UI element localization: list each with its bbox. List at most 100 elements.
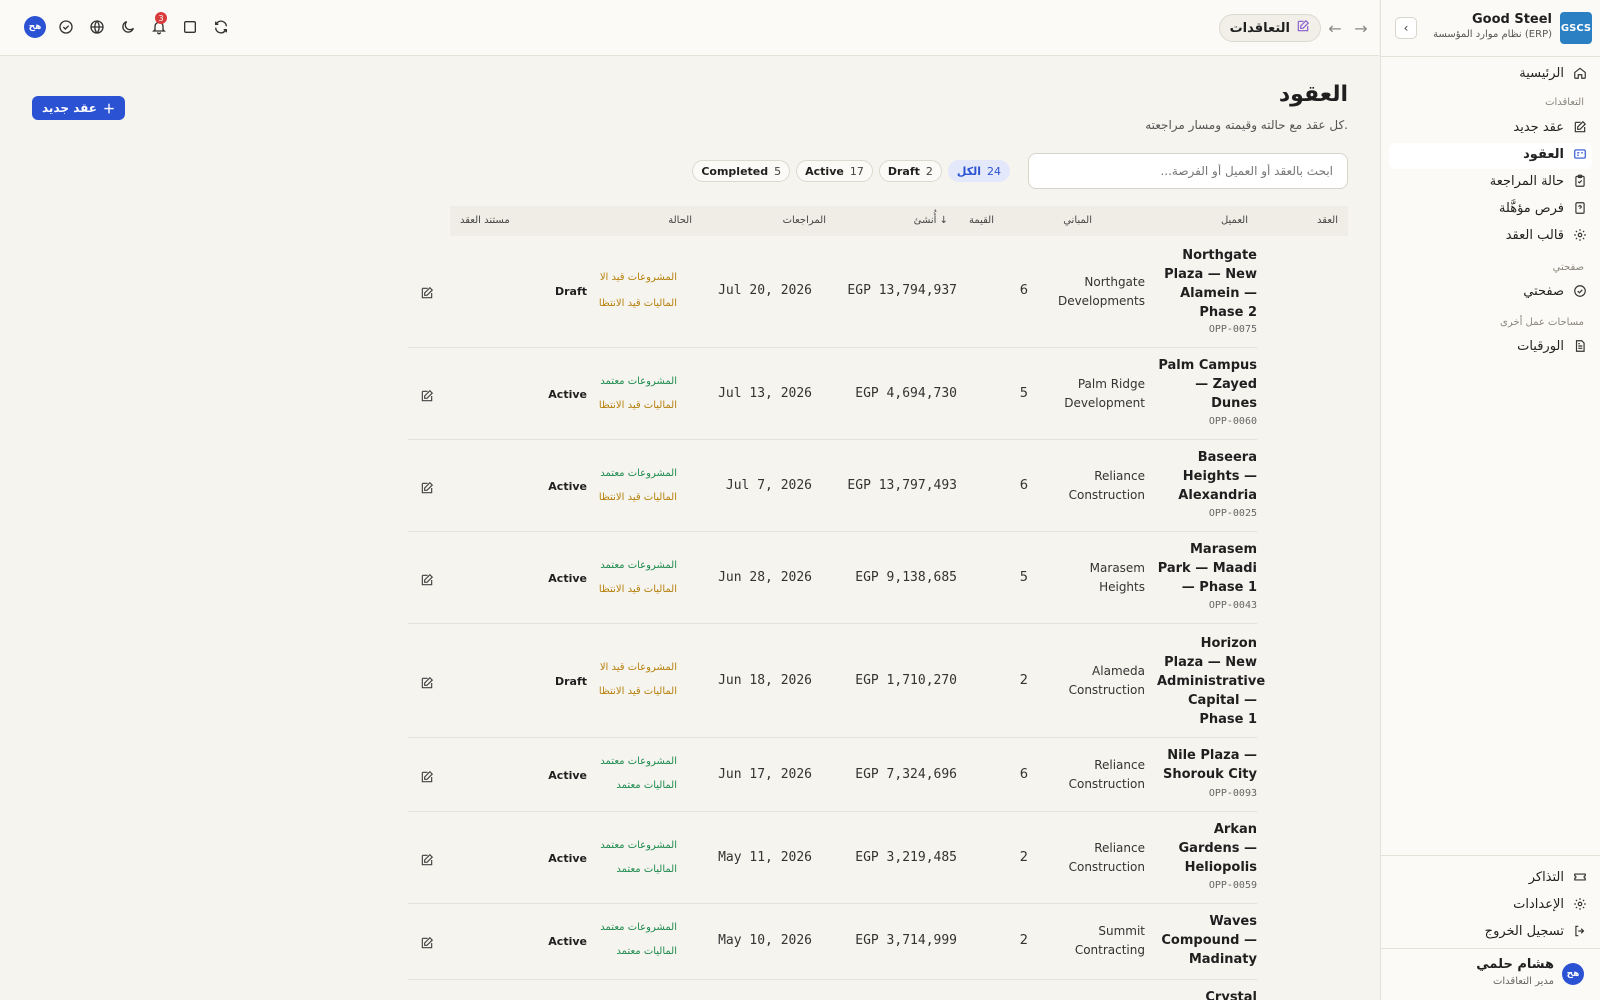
column-buildings[interactable]: المباني	[1063, 215, 1092, 226]
sidebar-item-settings[interactable]: الإعدادات	[1513, 893, 1588, 915]
edit-document-icon[interactable]	[420, 675, 436, 691]
buildings-count: 6	[1019, 478, 1028, 493]
forward-arrow-icon[interactable]: →	[1351, 18, 1371, 38]
notification-badge: 3	[155, 12, 167, 24]
sidebar-item-mypage[interactable]: صفحتي	[1523, 280, 1588, 302]
column-created[interactable]: أُنشئ ↓	[914, 215, 948, 226]
contract-title[interactable]: Nile Plaza — Shorouk City	[1157, 746, 1257, 784]
review-finance: الماليات قيد الانتظا	[598, 492, 677, 503]
contract-title[interactable]: Waves Compound — Madinaty	[1157, 912, 1257, 969]
opportunity-id: OPP-0060	[1208, 416, 1257, 427]
column-document[interactable]: مستند العقد	[460, 215, 510, 226]
table-row[interactable]: Northgate Plaza — New Alamein — Phase 2 …	[408, 236, 1257, 348]
client-name: Reliance Construction	[1068, 758, 1145, 791]
user-name: هشام حلمي	[1476, 957, 1554, 972]
edit-document-icon[interactable]	[420, 480, 436, 496]
sidebar-item-logout[interactable]: تسجيل الخروج	[1485, 920, 1588, 942]
sidebar-collapse-button[interactable]: ‹	[1395, 17, 1417, 39]
edit-document-icon[interactable]	[420, 572, 436, 588]
review-projects: المشروعات قيد الا	[599, 272, 677, 283]
sidebar-item-contracts[interactable]: العقود	[1523, 143, 1588, 165]
client-name: Reliance Construction	[1068, 841, 1145, 874]
sidebar: GSCS Good Steel نظام موارد المؤسسة (ERP)…	[1380, 0, 1600, 1000]
contract-title[interactable]: Marasem Park — Maadi — Phase 1	[1157, 540, 1257, 597]
sidebar-item-contract-template[interactable]: قالب العقد	[1506, 224, 1588, 246]
table-row[interactable]: Crystal	[408, 980, 1257, 1000]
moon-icon[interactable]	[117, 16, 139, 38]
column-contract[interactable]: العقد	[1317, 215, 1338, 226]
document-icon	[1572, 338, 1588, 354]
topbar: → ← التعاقدات 3 هح	[0, 0, 1379, 56]
apps-icon[interactable]	[179, 16, 201, 38]
sidebar-item-home[interactable]: الرئيسية	[1519, 62, 1588, 84]
column-reviews[interactable]: المراجعات	[783, 215, 826, 226]
avatar[interactable]: هح	[24, 16, 46, 38]
back-arrow-icon[interactable]: ←	[1325, 18, 1345, 38]
buildings-count: 2	[1019, 850, 1028, 865]
status-badge: Active	[548, 388, 587, 401]
edit-document-icon[interactable]	[420, 285, 436, 301]
table-row[interactable]: Palm Campus — Zayed Dunes OPP-0060 Palm …	[408, 348, 1257, 440]
table-row[interactable]: Waves Compound — Madinaty Summit Contrac…	[408, 904, 1257, 980]
table-header: العقد العميل المباني القيمة أُنشئ ↓ المر…	[450, 206, 1348, 236]
contract-title[interactable]: Crystal	[1157, 988, 1257, 1000]
review-projects: المشروعات معتمد	[600, 922, 677, 933]
filter-completed[interactable]: 5 Completed	[692, 160, 791, 182]
created-date: Jul 7, 2026	[725, 478, 812, 493]
sidebar-item-label: التذاكر	[1528, 869, 1564, 885]
contract-title[interactable]: Palm Campus — Zayed Dunes	[1157, 356, 1257, 413]
created-date: Jun 28, 2026	[718, 570, 812, 585]
edit-document-icon[interactable]	[420, 388, 436, 404]
contract-value: EGP 3,714,999	[855, 933, 957, 948]
edit-document-icon[interactable]	[420, 935, 436, 951]
contract-title[interactable]: Baseera Heights — Alexandria	[1157, 448, 1257, 505]
column-value[interactable]: القيمة	[969, 215, 994, 226]
contract-value: EGP 9,138,685	[855, 570, 957, 585]
filter-active[interactable]: 17 Active	[796, 160, 873, 182]
sidebar-item-papers[interactable]: الورقيات	[1517, 335, 1588, 357]
review-projects: المشروعات معتمد	[600, 468, 677, 479]
table-row[interactable]: Arkan Gardens — Heliopolis OPP-0059 Reli…	[408, 812, 1257, 904]
sidebar-item-label: تسجيل الخروج	[1484, 923, 1564, 939]
filter-draft[interactable]: 2 Draft	[878, 160, 942, 182]
opportunity-id: OPP-0025	[1208, 508, 1257, 519]
avatar[interactable]: هح	[1562, 963, 1584, 985]
review-projects: المشروعات معتمد	[600, 376, 677, 387]
sidebar-item-review-status[interactable]: حالة المراجعة	[1490, 170, 1588, 192]
contract-title[interactable]: Horizon Plaza — New Administrative Capit…	[1157, 634, 1265, 729]
column-status[interactable]: الحالة	[668, 215, 692, 226]
review-finance: الماليات معتمد	[616, 946, 677, 957]
created-date: Jun 18, 2026	[718, 673, 812, 688]
refresh-icon[interactable]	[210, 16, 232, 38]
user-role: مدير التعاقدات	[1492, 976, 1554, 987]
search-input[interactable]	[1028, 153, 1348, 189]
edit-document-icon[interactable]	[420, 769, 436, 785]
table-row[interactable]: Nile Plaza — Shorouk City OPP-0093 Relia…	[408, 738, 1257, 812]
filter-count: 24	[987, 164, 1001, 178]
bell-icon[interactable]: 3	[148, 12, 170, 38]
contract-title[interactable]: Northgate Plaza — New Alamein — Phase 2	[1157, 246, 1257, 322]
sidebar-item-qualified-opportunities[interactable]: فرص مؤهَّلة	[1499, 197, 1588, 219]
sidebar-item-new-contract[interactable]: عقد جديد	[1513, 116, 1588, 138]
filter-all[interactable]: 24 الكل	[947, 160, 1010, 182]
filter-label: Completed	[701, 164, 769, 178]
contract-title[interactable]: Arkan Gardens — Heliopolis	[1157, 820, 1258, 877]
contract-value: EGP 13,794,937	[847, 283, 957, 298]
breadcrumb[interactable]: التعاقدات	[1218, 14, 1321, 42]
column-client[interactable]: العميل	[1221, 215, 1248, 226]
sidebar-item-tickets[interactable]: التذاكر	[1529, 866, 1588, 888]
sidebar-item-label: الرئيسية	[1519, 65, 1564, 81]
brand: GSCS Good Steel نظام موارد المؤسسة (ERP)…	[1389, 8, 1592, 48]
buildings-count: 5	[1019, 570, 1028, 585]
table-row[interactable]: Baseera Heights — Alexandria OPP-0025 Re…	[408, 440, 1257, 532]
globe-icon[interactable]	[86, 16, 108, 38]
check-circle-icon[interactable]	[55, 16, 77, 38]
status-filters: 24 الكل 2 Draft 17 Active 5 Completed	[692, 160, 1010, 182]
table-row[interactable]: Horizon Plaza — New Administrative Capit…	[408, 624, 1265, 738]
table-row[interactable]: Marasem Park — Maadi — Phase 1 OPP-0043 …	[408, 532, 1257, 624]
status-badge: Active	[548, 769, 587, 782]
contracts-icon	[1296, 19, 1310, 37]
new-contract-button[interactable]: ＋ عقد جديد	[32, 96, 125, 120]
edit-document-icon[interactable]	[420, 852, 436, 868]
review-finance: الماليات قيد الانتظا	[598, 584, 677, 595]
